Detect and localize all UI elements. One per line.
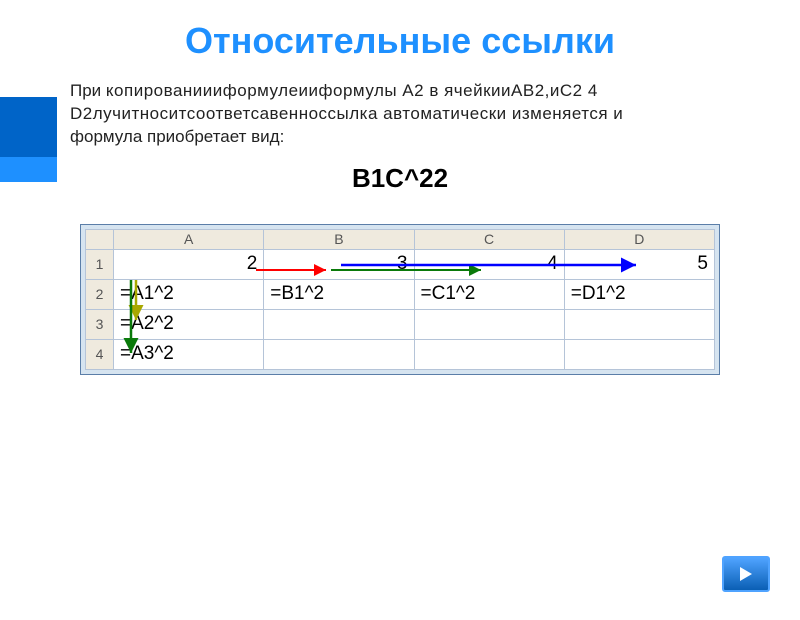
cell-b1[interactable]: 3 (264, 249, 414, 279)
big-formula: В1С^22 (0, 163, 800, 194)
text: При (70, 81, 106, 100)
column-header-row: A B C D (86, 229, 715, 249)
page-title: Относительные ссылки (0, 20, 800, 62)
cell-a1[interactable]: 2 (114, 249, 264, 279)
description-paragraph: При копированиииформулеииформулы А2 в яч… (70, 80, 758, 149)
play-icon (738, 565, 754, 583)
col-header-b: B (264, 229, 414, 249)
cell-b2[interactable]: =B1^2 (264, 279, 414, 309)
col-header-d: D (564, 229, 714, 249)
cell-c1[interactable]: 4 (414, 249, 564, 279)
text: формула приобретает вид: (70, 127, 284, 146)
cell-a4[interactable]: =A3^2 (114, 339, 264, 369)
row-header-1: 1 (86, 249, 114, 279)
corner-cell (86, 229, 114, 249)
col-header-c: C (414, 229, 564, 249)
cell-c2[interactable]: =C1^2 (414, 279, 564, 309)
cell-a2[interactable]: =A1^2 (114, 279, 264, 309)
side-decoration (0, 97, 57, 182)
row-header-3: 3 (86, 309, 114, 339)
cell-d4[interactable] (564, 339, 714, 369)
next-button[interactable] (722, 556, 770, 592)
row-header-2: 2 (86, 279, 114, 309)
cell-d1[interactable]: 5 (564, 249, 714, 279)
spreadsheet-container: A B C D 1 2 3 4 5 2 =A1^2 =B1^2 =C1^2 =D… (80, 224, 720, 375)
cell-c3[interactable] (414, 309, 564, 339)
cell-d3[interactable] (564, 309, 714, 339)
cell-b4[interactable] (264, 339, 414, 369)
table-row: 1 2 3 4 5 (86, 249, 715, 279)
decoration-block (0, 97, 57, 157)
text-garbled: копированиииформулеииформулы А2 в ячейки… (106, 81, 598, 100)
table-row: 4 =A3^2 (86, 339, 715, 369)
cell-d2[interactable]: =D1^2 (564, 279, 714, 309)
col-header-a: A (114, 229, 264, 249)
cell-a3[interactable]: =A2^2 (114, 309, 264, 339)
decoration-block (0, 157, 57, 182)
text-garbled: D2лучитноситсоответсавенноссылка автомат… (70, 104, 623, 123)
spreadsheet: A B C D 1 2 3 4 5 2 =A1^2 =B1^2 =C1^2 =D… (85, 229, 715, 370)
cell-b3[interactable] (264, 309, 414, 339)
table-row: 2 =A1^2 =B1^2 =C1^2 =D1^2 (86, 279, 715, 309)
table-row: 3 =A2^2 (86, 309, 715, 339)
cell-c4[interactable] (414, 339, 564, 369)
row-header-4: 4 (86, 339, 114, 369)
